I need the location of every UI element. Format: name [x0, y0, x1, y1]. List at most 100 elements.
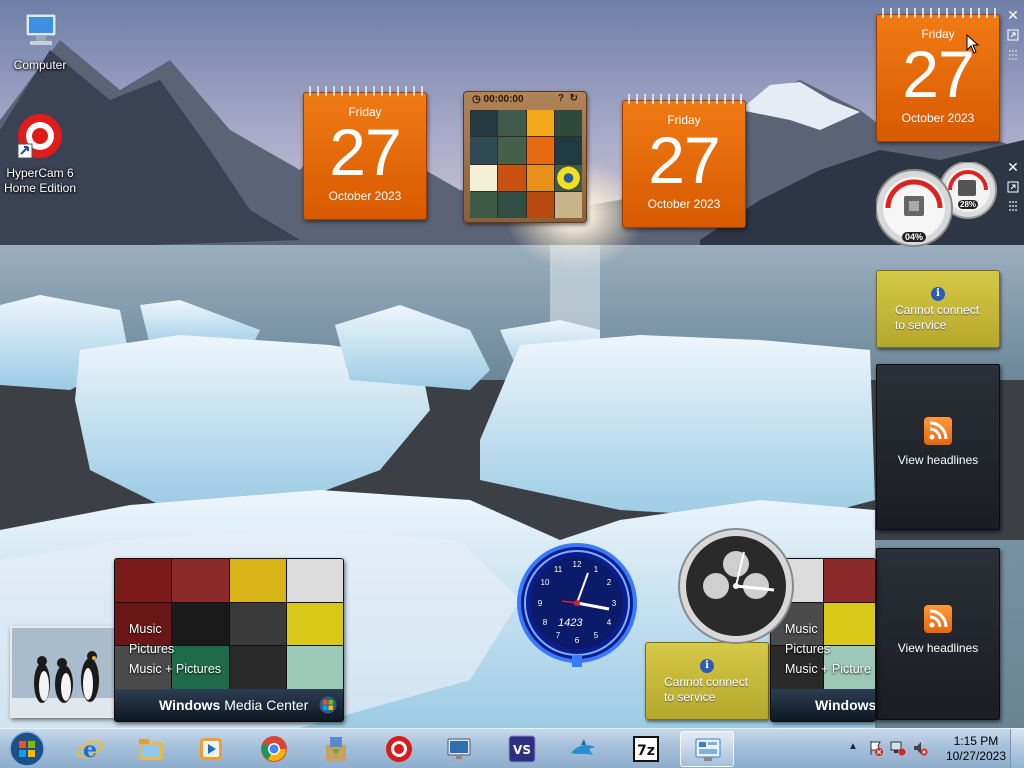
- neon-clock-number: 1423: [558, 617, 583, 629]
- media-menu-item[interactable]: Pictures: [129, 639, 221, 659]
- svg-text:9: 9: [538, 599, 543, 608]
- windows-start-icon: [9, 731, 45, 767]
- puzzle-shuffle-icon[interactable]: ↻: [570, 93, 578, 104]
- calendar-day-number: 27: [902, 37, 974, 111]
- taskbar-chrome[interactable]: [247, 731, 301, 767]
- taskbar-gadgets[interactable]: [680, 731, 734, 767]
- taskbar-internet-explorer[interactable]: e: [63, 731, 117, 767]
- view-headlines-link[interactable]: View headlines: [877, 453, 999, 467]
- taskbar-installer[interactable]: [309, 731, 363, 767]
- weather-message-line2: to service: [895, 318, 947, 332]
- puzzle-grid: [470, 110, 582, 218]
- start-button[interactable]: [6, 730, 48, 768]
- puzzle-tile[interactable]: [498, 191, 526, 218]
- svg-text:8: 8: [543, 618, 548, 627]
- desktop-icon-hypercam[interactable]: HyperCam 6 Home Edition: [0, 112, 80, 196]
- action-center-icon[interactable]: [868, 740, 884, 761]
- calendar-gadget[interactable]: Friday 27 October 2023: [876, 8, 1000, 142]
- feed-headlines-gadget[interactable]: View headlines: [876, 548, 1000, 720]
- svg-text:2: 2: [607, 578, 612, 587]
- gadget-close-icon[interactable]: ✕: [1004, 158, 1022, 176]
- cpu-meter-gadget[interactable]: 04% 28%: [875, 161, 1000, 252]
- puzzle-tile[interactable]: [526, 110, 554, 137]
- media-menu-item[interactable]: Music: [129, 619, 221, 639]
- puzzle-timer: 00:00:00: [483, 94, 524, 105]
- puzzle-tile[interactable]: [470, 137, 498, 164]
- feed-headlines-gadget[interactable]: View headlines: [876, 364, 1000, 530]
- gadget-drag-handle-icon[interactable]: [1004, 48, 1022, 66]
- taskbar-remote-desktop[interactable]: [433, 731, 487, 767]
- puzzle-tile[interactable]: [526, 191, 554, 218]
- gadget-resize-icon[interactable]: [1004, 179, 1022, 197]
- calendar-gadget[interactable]: Friday 27 October 2023: [622, 94, 746, 228]
- media-player-icon: [200, 738, 222, 760]
- media-menu-item[interactable]: Music + Pictures: [129, 659, 221, 679]
- desktop-icon-computer[interactable]: Computer: [0, 8, 80, 73]
- puzzle-toolbar: ◷ 00:00:00 ? ↻: [464, 92, 586, 108]
- calendar-gadget[interactable]: Friday 27 October 2023: [303, 86, 427, 220]
- puzzle-clock-icon: ◷: [472, 94, 481, 105]
- weather-message-line1: Cannot connect: [895, 303, 980, 317]
- puzzle-tile[interactable]: [554, 191, 582, 218]
- show-desktop-button[interactable]: [1010, 729, 1024, 768]
- puzzle-tile[interactable]: [554, 137, 582, 164]
- brand-windows-text: Windows: [159, 697, 221, 713]
- chronograph-clock-gadget[interactable]: [674, 528, 800, 648]
- puzzle-help-icon[interactable]: ?: [558, 93, 564, 104]
- windows-explorer-icon: [139, 739, 163, 760]
- weather-gadget[interactable]: i Cannot connect to service: [876, 270, 1000, 348]
- puzzle-tile[interactable]: [526, 164, 554, 191]
- taskbar-windows-explorer[interactable]: [124, 731, 178, 767]
- gadget-close-icon[interactable]: ✕: [1004, 6, 1022, 24]
- puzzle-tile[interactable]: [470, 110, 498, 137]
- puzzle-tile[interactable]: [498, 137, 526, 164]
- calendar-month-year: October 2023: [647, 197, 721, 211]
- system-tray: ▲ 1:15 PM 10/27/2023: [844, 729, 1024, 768]
- 7zip-icon: 7z: [633, 736, 659, 762]
- svg-text:VS: VS: [513, 743, 531, 757]
- puzzle-tile[interactable]: [554, 110, 582, 137]
- clock-time: 1:15 PM: [953, 734, 999, 748]
- hypercam-icon: [0, 112, 80, 164]
- weather-message-line2: to service: [664, 690, 716, 704]
- taskbar-hypercam[interactable]: [372, 731, 426, 767]
- taskbar-app-shark[interactable]: [556, 731, 610, 767]
- svg-text:1: 1: [594, 565, 599, 574]
- puzzle-tile[interactable]: [526, 137, 554, 164]
- picture-puzzle-gadget[interactable]: ◷ 00:00:00 ? ↻: [463, 91, 587, 223]
- svg-text:12: 12: [573, 560, 582, 569]
- volume-muted-icon[interactable]: [912, 740, 928, 761]
- network-icon[interactable]: [890, 740, 906, 761]
- visual-studio-icon: VS: [508, 735, 536, 763]
- info-icon: i: [931, 287, 945, 301]
- taskbar-clock[interactable]: 1:15 PM 10/27/2023: [946, 734, 1006, 764]
- puzzle-tile[interactable]: [470, 191, 498, 218]
- gadget-resize-icon[interactable]: [1004, 27, 1022, 45]
- taskbar-media-player[interactable]: [184, 731, 238, 767]
- svg-text:5: 5: [594, 631, 599, 640]
- cpu-usage-value: 04%: [902, 232, 927, 242]
- media-menu-item[interactable]: Music + Picture: [785, 659, 871, 679]
- rss-icon: [924, 605, 952, 633]
- gadget-drag-handle-icon[interactable]: [1004, 199, 1022, 217]
- slideshow-gadget[interactable]: [10, 626, 116, 718]
- computer-icon: [0, 8, 80, 56]
- puzzle-tile[interactable]: [554, 164, 582, 191]
- view-headlines-link[interactable]: View headlines: [877, 641, 999, 655]
- show-hidden-icons-icon[interactable]: ▲: [848, 741, 858, 752]
- puzzle-tile[interactable]: [470, 164, 498, 191]
- puzzle-tile[interactable]: [498, 164, 526, 191]
- calendar-month-year: October 2023: [901, 111, 975, 125]
- taskbar-visual-studio[interactable]: VS: [495, 731, 549, 767]
- media-menu: Music Pictures Music + Pictures: [129, 619, 221, 679]
- weather-gadget[interactable]: i Cannot connect to service: [645, 642, 769, 720]
- neon-clock-face: 12 12 3 45 6 7 8 9 10 11: [517, 543, 637, 667]
- hypercam-icon: [386, 736, 412, 762]
- info-icon: i: [700, 659, 714, 673]
- neon-clock-gadget[interactable]: 12 1 2 3 45 6 7 8 9 10 11 1423: [514, 543, 640, 669]
- media-center-gadget[interactable]: Music Pictures Music + Pictures Windows …: [114, 558, 344, 722]
- calendar-day-number: 27: [648, 123, 720, 197]
- taskbar-7zip[interactable]: 7z: [619, 731, 673, 767]
- puzzle-tile[interactable]: [498, 110, 526, 137]
- media-center-brand: Windows: [771, 689, 875, 721]
